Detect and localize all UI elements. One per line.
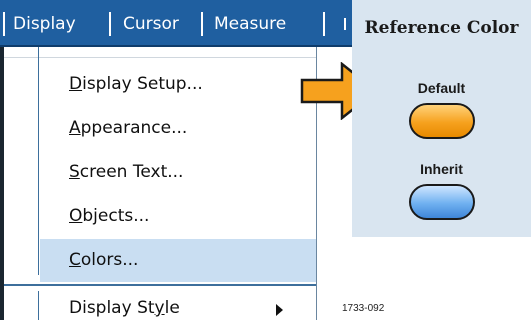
menu-item-label: Objects... — [69, 206, 150, 226]
menu-item-colors[interactable]: Colors... — [40, 239, 316, 282]
menu-left-edge — [0, 47, 4, 320]
menu-divider — [4, 284, 316, 286]
menu-item-label: Appearance... — [69, 118, 188, 138]
menu-separator — [109, 12, 111, 36]
inherit-label: Inherit — [420, 161, 463, 177]
menu-item-display-setup[interactable]: Display Setup... — [40, 65, 316, 105]
menu-display[interactable]: Display — [13, 12, 76, 36]
menu-separator — [3, 12, 5, 36]
default-label: Default — [417, 80, 466, 96]
menu-item-label: Colors... — [69, 250, 139, 270]
display-dropdown-menu: Display Setup... Appearance... Screen Te… — [0, 47, 333, 320]
menu-item-display-style[interactable]: Display Style — [40, 288, 316, 328]
panel-title: Reference Color — [364, 18, 519, 38]
menu-item-screen-text[interactable]: Screen Text... — [40, 153, 316, 193]
menu-item-label: Screen Text... — [69, 162, 184, 182]
menu-measure[interactable]: Measure — [214, 12, 286, 36]
inherit-button[interactable] — [409, 184, 475, 220]
menu-item-label: Display Style — [69, 298, 180, 318]
menu-gutter-line — [38, 291, 39, 320]
menu-item-label: Display Setup... — [69, 74, 203, 94]
menu-clipped-item[interactable] — [344, 18, 346, 30]
menu-item-objects[interactable]: Objects... — [40, 197, 316, 237]
menu-separator — [201, 12, 203, 36]
menu-item-appearance[interactable]: Appearance... — [40, 109, 316, 149]
reference-color-panel: Reference Color Default Inherit — [352, 0, 531, 237]
default-button[interactable] — [409, 103, 475, 139]
menu-bar: Display Cursor Measure — [0, 0, 353, 47]
submenu-arrow-icon — [276, 304, 283, 316]
menu-top-divider — [4, 57, 316, 58]
figure-caption: 1733-092 — [342, 303, 385, 314]
menu-cursor[interactable]: Cursor — [123, 12, 179, 36]
menu-gutter-line — [38, 47, 39, 275]
menu-separator — [323, 12, 325, 36]
